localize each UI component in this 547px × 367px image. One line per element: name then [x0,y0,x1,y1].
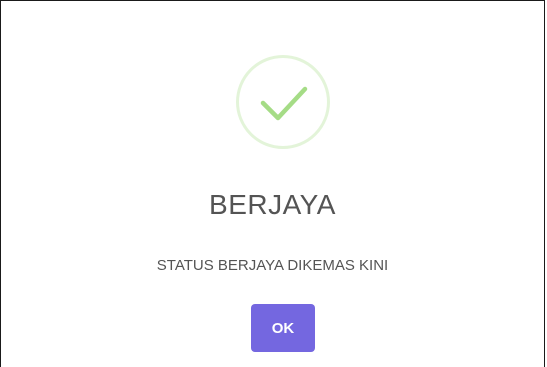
dialog-message: STATUS BERJAYA DIKEMAS KINI [156,257,389,274]
success-icon-ring [236,55,330,149]
dialog-title: BERJAYA [209,189,336,220]
check-icon [260,86,308,121]
ok-button[interactable]: OK [251,304,315,352]
success-dialog: BERJAYA STATUS BERJAYA DIKEMAS KINI OK [0,0,545,367]
screen: BERJAYA STATUS BERJAYA DIKEMAS KINI OK [0,0,547,367]
